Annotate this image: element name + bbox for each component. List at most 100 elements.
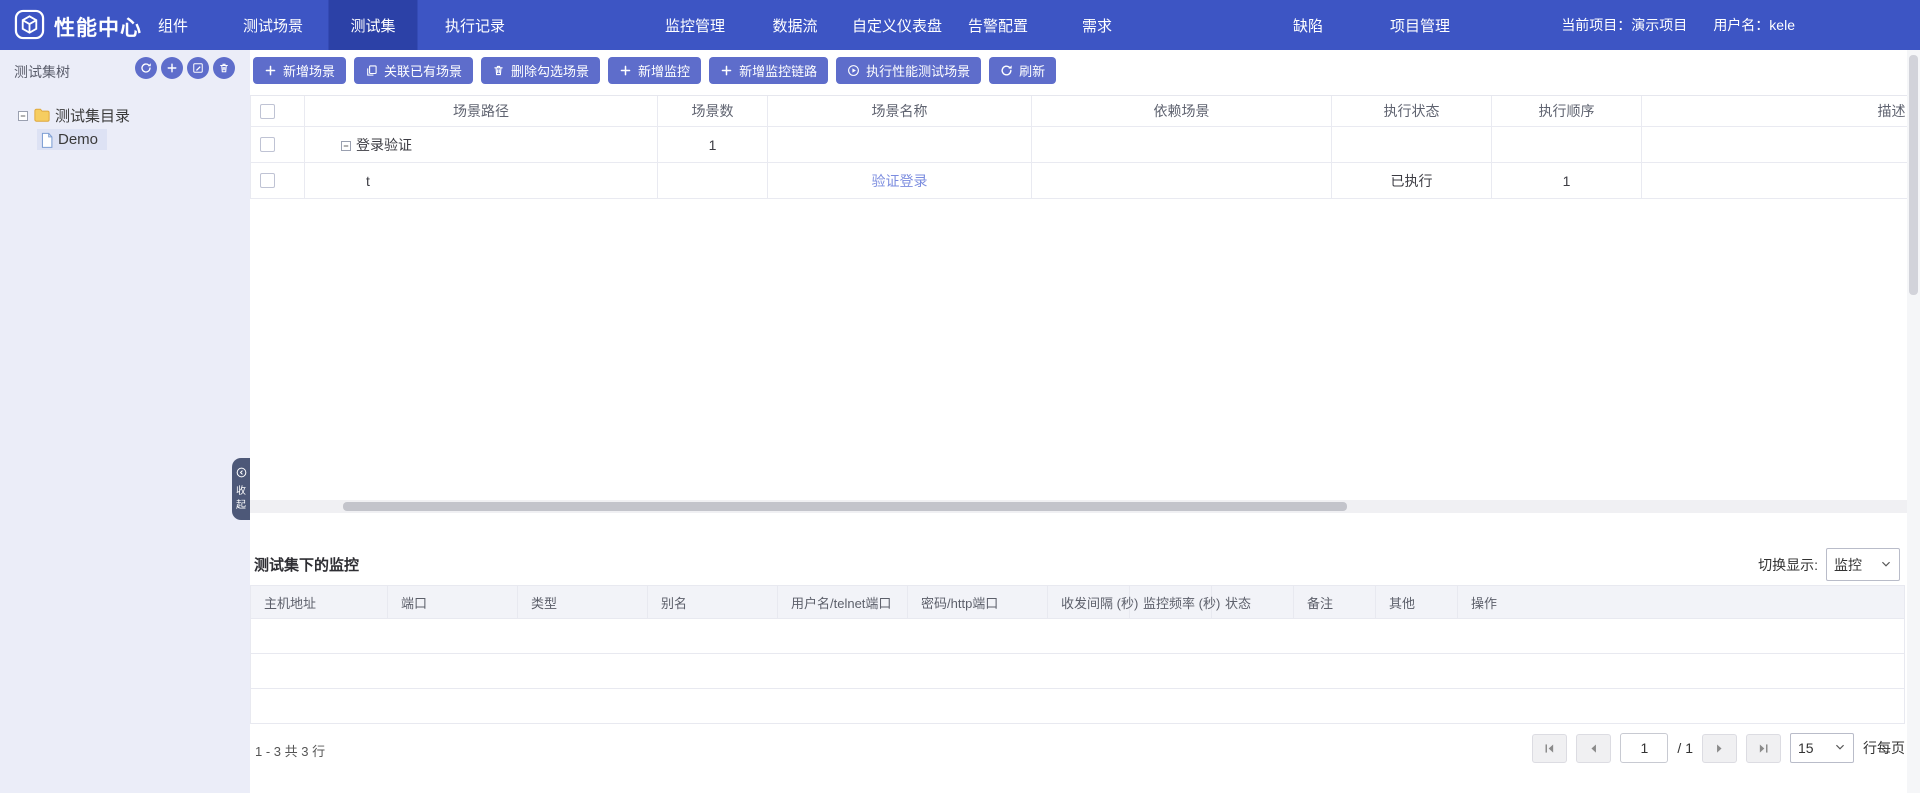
nav-item-10[interactable]: 缺陷 [1271, 0, 1345, 50]
previous-page-button[interactable] [1576, 734, 1611, 763]
nav-item-label: 监控管理 [665, 15, 725, 36]
column-header: 执行顺序 [1539, 101, 1595, 121]
vertical-scrollbar[interactable] [1907, 50, 1920, 793]
nav-item-7[interactable]: 自定义仪表盘 [830, 0, 964, 50]
scenario-table-header: 场景路径场景数场景名称依赖场景执行状态执行顺序描述 [250, 95, 1920, 127]
tree-root-label: 测试集目录 [55, 105, 130, 126]
display-toggle: 切换显示: 监控 [1758, 548, 1900, 581]
column-header: 主机地址 [264, 593, 316, 612]
pagination-bar: 1 - 3 共 3 行 / 1 15 行每页 [250, 728, 1905, 770]
last-page-button[interactable] [1746, 734, 1781, 763]
play-icon [847, 64, 860, 77]
monitor-row [251, 689, 1904, 724]
file-icon [40, 132, 54, 147]
nav-item-11[interactable]: 项目管理 [1368, 0, 1472, 50]
test-set-tree: 测试集目录 Demo [0, 104, 250, 154]
scenario-path: 登录验证 [356, 135, 412, 155]
row-checkbox[interactable] [260, 173, 275, 188]
plus-icon [264, 64, 277, 77]
display-toggle-label: 切换显示: [1758, 555, 1818, 575]
nav-item-label: 组件 [158, 15, 188, 36]
nav-item-2[interactable]: 测试场景 [221, 0, 325, 50]
horizontal-scrollbar-thumb[interactable] [343, 502, 1347, 511]
toolbar-button-5[interactable]: 新增监控链路 [709, 57, 828, 84]
column-header: 密码/http端口 [921, 593, 998, 612]
toolbar-button-4[interactable]: 新增监控 [608, 57, 701, 84]
monitor-table-header: 主机地址端口类型别名用户名/telnet端口密码/http端口收发间隔 (秒)监… [251, 586, 1904, 619]
nav-item-label: 数据流 [772, 15, 817, 36]
next-page-button-icon [1713, 742, 1726, 755]
nav-item-1[interactable]: 组件 [136, 0, 210, 50]
current-project-label: 当前项目：演示项目 [1561, 15, 1687, 35]
scenario-name-link[interactable]: 验证登录 [872, 171, 928, 191]
tree-node-demo[interactable]: Demo [37, 129, 107, 150]
app-logo-icon [14, 9, 45, 45]
trash-icon [218, 62, 230, 74]
column-header: 收发间隔 (秒) [1061, 593, 1138, 612]
first-page-button-icon [1543, 742, 1556, 755]
column-header: 场景名称 [872, 101, 928, 121]
nav-item-9[interactable]: 需求 [1060, 0, 1134, 50]
scenario-table-wrap: 场景路径场景数场景名称依赖场景执行状态执行顺序描述登录验证1t验证登录已执行1 [250, 95, 1920, 199]
delete-button[interactable] [213, 57, 235, 79]
monitor-row [251, 654, 1904, 689]
scenario-path: t [366, 173, 370, 189]
vertical-scrollbar-thumb[interactable] [1909, 55, 1918, 295]
page-number-input[interactable] [1620, 733, 1668, 763]
sidebar-title: 测试集树 [14, 62, 70, 82]
column-header: 描述 [1878, 101, 1906, 121]
app-title: 性能中心 [54, 12, 142, 42]
nav-item-label: 测试场景 [243, 15, 303, 36]
horizontal-scrollbar[interactable] [250, 500, 1920, 513]
toolbar-button-7[interactable]: 刷新 [989, 57, 1056, 84]
column-header: 依赖场景 [1154, 101, 1210, 121]
toolbar-button-2[interactable]: 关联已有场景 [354, 57, 473, 84]
toolbar-button-label: 刷新 [1019, 61, 1045, 80]
toolbar-button-6[interactable]: 执行性能测试场景 [836, 57, 981, 84]
last-page-button-icon [1757, 742, 1770, 755]
trash-icon [492, 64, 505, 77]
nav-item-4[interactable]: 执行记录 [423, 0, 527, 50]
scenario-row: t验证登录已执行1 [250, 163, 1920, 199]
scenario-cell-status: 已执行 [1391, 171, 1433, 191]
nav-item-label: 需求 [1082, 15, 1112, 36]
test-set-sidebar: 测试集树 测试集目录 Demo 收起 [0, 50, 250, 793]
plus-icon [720, 64, 733, 77]
row-count-summary: 1 - 3 共 3 行 [255, 741, 325, 760]
select-all-checkbox[interactable] [260, 104, 275, 119]
collapse-label-char: 起 [236, 500, 246, 511]
tree-collapse-icon[interactable] [17, 109, 29, 121]
toolbar-button-1[interactable]: 新增场景 [253, 57, 346, 84]
page-size-select[interactable]: 15 [1790, 733, 1854, 763]
display-toggle-select[interactable]: 监控 [1826, 548, 1900, 581]
sidebar-collapse-button[interactable]: 收起 [232, 458, 250, 520]
column-header: 场景路径 [453, 101, 509, 121]
chevron-down-icon [1834, 740, 1846, 756]
first-page-button[interactable] [1532, 734, 1567, 763]
collapse-node-icon[interactable] [340, 139, 352, 151]
row-checkbox[interactable] [260, 137, 275, 152]
nav-item-6[interactable]: 数据流 [750, 0, 839, 50]
tree-node-root[interactable]: 测试集目录 [0, 104, 250, 126]
nav-user-info: 当前项目：演示项目 用户名：kele [1561, 0, 1795, 50]
monitor-section-title: 测试集下的监控 [254, 554, 359, 575]
refresh-button[interactable] [135, 57, 157, 79]
toolbar-button-label: 新增场景 [283, 61, 335, 80]
nav-item-3[interactable]: 测试集 [328, 0, 417, 50]
next-page-button[interactable] [1702, 734, 1737, 763]
username-label: 用户名：kele [1713, 15, 1795, 35]
nav-item-label: 缺陷 [1293, 15, 1323, 36]
app-logo[interactable]: 性能中心 [14, 9, 142, 45]
column-header: 备注 [1307, 593, 1333, 612]
toolbar-button-3[interactable]: 删除勾选场景 [481, 57, 600, 84]
add-button[interactable] [161, 57, 183, 79]
column-header: 类型 [531, 593, 557, 612]
nav-item-8[interactable]: 告警配置 [946, 0, 1050, 50]
edit-button[interactable] [187, 57, 209, 79]
refresh-icon [140, 62, 152, 74]
column-header: 状态 [1225, 593, 1251, 612]
nav-item-5[interactable]: 监控管理 [643, 0, 747, 50]
folder-icon [33, 107, 51, 123]
toolbar-button-label: 新增监控链路 [739, 61, 817, 80]
main-content: 新增场景关联已有场景删除勾选场景新增监控 新增监控链路执行性能测试场景 刷新 场景路… [250, 50, 1920, 793]
